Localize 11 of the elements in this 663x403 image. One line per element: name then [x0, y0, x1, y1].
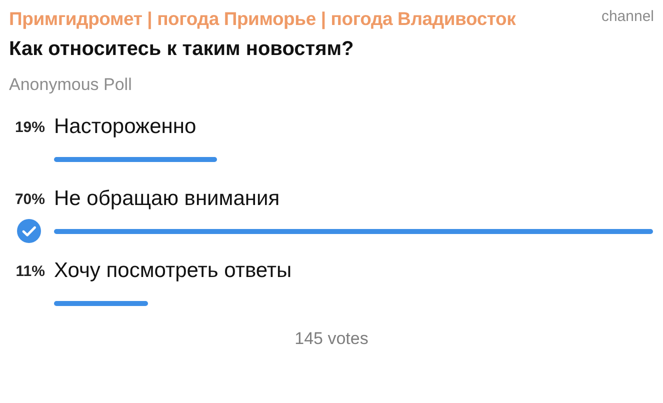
option-label: Не обращаю внимания [54, 187, 281, 211]
option-percent: 11% [14, 262, 46, 280]
option-label: Хочу посмотреть ответы [54, 259, 293, 283]
poll-type: Anonymous Poll [8, 74, 133, 95]
vote-count: 145 votes [294, 329, 370, 349]
channel-name[interactable]: Примгидромет | погода Приморье | погода Владивосток [9, 8, 516, 30]
option-percent: 19% [14, 118, 46, 136]
poll-question: Как относитесь к таким новостям? [8, 37, 355, 61]
channel-label: channel [601, 8, 654, 25]
option-percent: 70% [14, 190, 46, 208]
option-label: Настороженно [54, 115, 198, 139]
